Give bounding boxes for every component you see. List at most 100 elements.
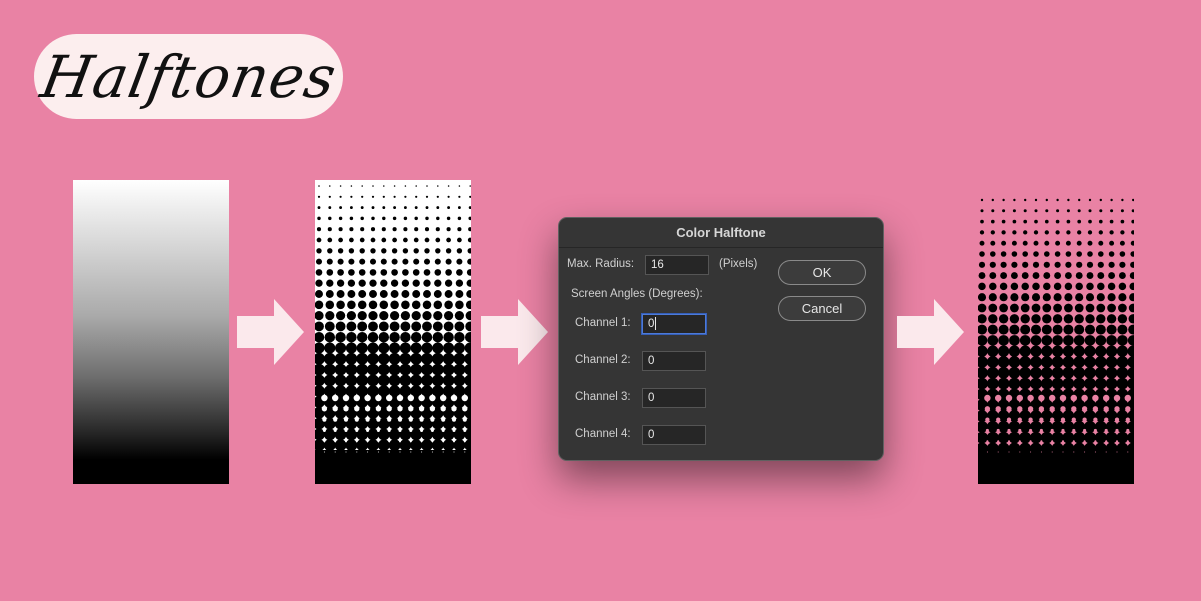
halftone-dot	[447, 206, 451, 210]
halftone-gap-dot	[367, 451, 369, 453]
halftone-gap-dot	[377, 451, 379, 453]
halftone-dot	[1033, 251, 1039, 257]
halftone-dot	[413, 237, 419, 243]
halftone-dot	[356, 439, 369, 452]
halftone-dot	[412, 279, 420, 287]
halftone-dot	[1024, 198, 1027, 202]
halftone-dot	[1108, 251, 1115, 257]
halftone-dot	[393, 195, 396, 198]
channel-4-input[interactable]: 0	[642, 425, 706, 445]
solid-band	[978, 450, 1134, 484]
halftone-dot	[1085, 293, 1095, 302]
halftone-gap-dot	[1038, 406, 1045, 412]
halftone-dot	[1000, 251, 1007, 257]
halftone-gap-dot	[464, 451, 466, 453]
halftone-gap-dot	[1084, 451, 1086, 453]
halftone-gap-dot	[408, 417, 413, 422]
channel-2-label: Channel 2:	[575, 354, 631, 366]
halftone-gap-dot	[397, 406, 403, 412]
halftone-dot	[1117, 314, 1128, 324]
halftone-dot	[468, 227, 473, 232]
halftone-dot	[1010, 282, 1019, 291]
halftone-dot	[328, 195, 331, 198]
halftone-dot	[1020, 303, 1030, 313]
halftone-dot	[465, 321, 476, 332]
halftone-dot	[442, 352, 455, 365]
halftone-dot	[1008, 356, 1021, 368]
halftone-dot	[432, 331, 444, 343]
halftone-dot	[421, 342, 433, 354]
max-radius-input[interactable]: 16	[645, 255, 709, 275]
halftone-dot	[997, 431, 1010, 444]
halftone-gap-dot	[332, 394, 339, 402]
halftone-dot	[1009, 324, 1020, 335]
halftone-dot	[379, 290, 388, 298]
halftone-dot	[453, 363, 466, 376]
halftone-dot	[367, 352, 379, 365]
halftone-dot	[1062, 431, 1075, 444]
halftone-dot	[1043, 261, 1050, 268]
halftone-gap-dot	[345, 451, 347, 453]
halftone-dot	[1116, 431, 1129, 444]
halftone-gap-dot	[1125, 417, 1130, 422]
halftone-dot	[338, 227, 343, 232]
halftone-dot	[1008, 442, 1021, 455]
ok-button[interactable]: OK	[778, 260, 866, 285]
halftone-dot	[357, 310, 367, 321]
channel-1-input[interactable]: 0	[642, 314, 706, 334]
halftone-dot	[1109, 230, 1114, 235]
halftone-gap-dot	[386, 406, 392, 412]
halftone-dot	[1043, 272, 1051, 280]
halftone-dot	[998, 324, 1009, 335]
halftone-gap-dot	[1007, 428, 1011, 432]
halftone-dot	[1044, 219, 1049, 224]
halftone-dot	[425, 195, 429, 198]
halftone-dot	[1097, 272, 1105, 280]
halftone-dot	[399, 439, 412, 452]
halftone-dot	[1064, 282, 1073, 291]
halftone-gap-dot	[1072, 428, 1076, 432]
halftone-dot	[314, 310, 324, 321]
halftone-dot	[979, 251, 985, 257]
halftone-gap-dot	[375, 394, 382, 402]
halftone-dot	[432, 321, 443, 332]
halftone-dot	[977, 314, 987, 324]
halftone-gap-dot	[1040, 440, 1043, 443]
halftone-gap-dot	[399, 451, 401, 453]
channel-1-label: Channel 1:	[575, 317, 631, 329]
halftone-dot	[1011, 261, 1018, 268]
halftone-gap-dot	[1115, 428, 1119, 432]
halftone-dot	[400, 310, 411, 321]
halftone-dot	[1019, 431, 1032, 444]
halftone-dot	[1023, 219, 1028, 224]
halftone-dot	[1132, 198, 1135, 202]
halftone-dot	[1064, 272, 1072, 280]
halftone-dot	[345, 439, 358, 452]
channel-2-input[interactable]: 0	[642, 351, 706, 371]
halftone-dot	[1084, 377, 1096, 390]
halftone-dot	[436, 216, 440, 221]
halftone-gap-dot	[321, 406, 328, 412]
halftone-gap-dot	[342, 394, 350, 402]
halftone-gap-dot	[1071, 406, 1077, 412]
halftone-dot	[1073, 431, 1086, 444]
halftone-dot	[1013, 198, 1016, 202]
halftone-dot	[1034, 219, 1038, 224]
halftone-dot	[403, 216, 408, 221]
halftone-dot	[991, 198, 994, 202]
halftone-dot	[369, 290, 377, 298]
halftone-dot	[1054, 272, 1062, 280]
halftone-dot	[998, 314, 1009, 324]
halftone-dot	[1020, 314, 1030, 324]
halftone-dot	[453, 342, 465, 354]
cancel-button[interactable]: Cancel	[778, 296, 866, 321]
halftone-dot	[388, 439, 401, 452]
halftone-dot	[401, 290, 410, 298]
halftone-dot	[1076, 251, 1082, 257]
halftone-dot	[348, 258, 355, 265]
halftone-dot	[315, 258, 323, 265]
halftone-dot	[1053, 293, 1062, 302]
halftone-dot	[1043, 282, 1051, 291]
halftone-dot	[1055, 230, 1060, 235]
channel-3-input[interactable]: 0	[642, 388, 706, 408]
